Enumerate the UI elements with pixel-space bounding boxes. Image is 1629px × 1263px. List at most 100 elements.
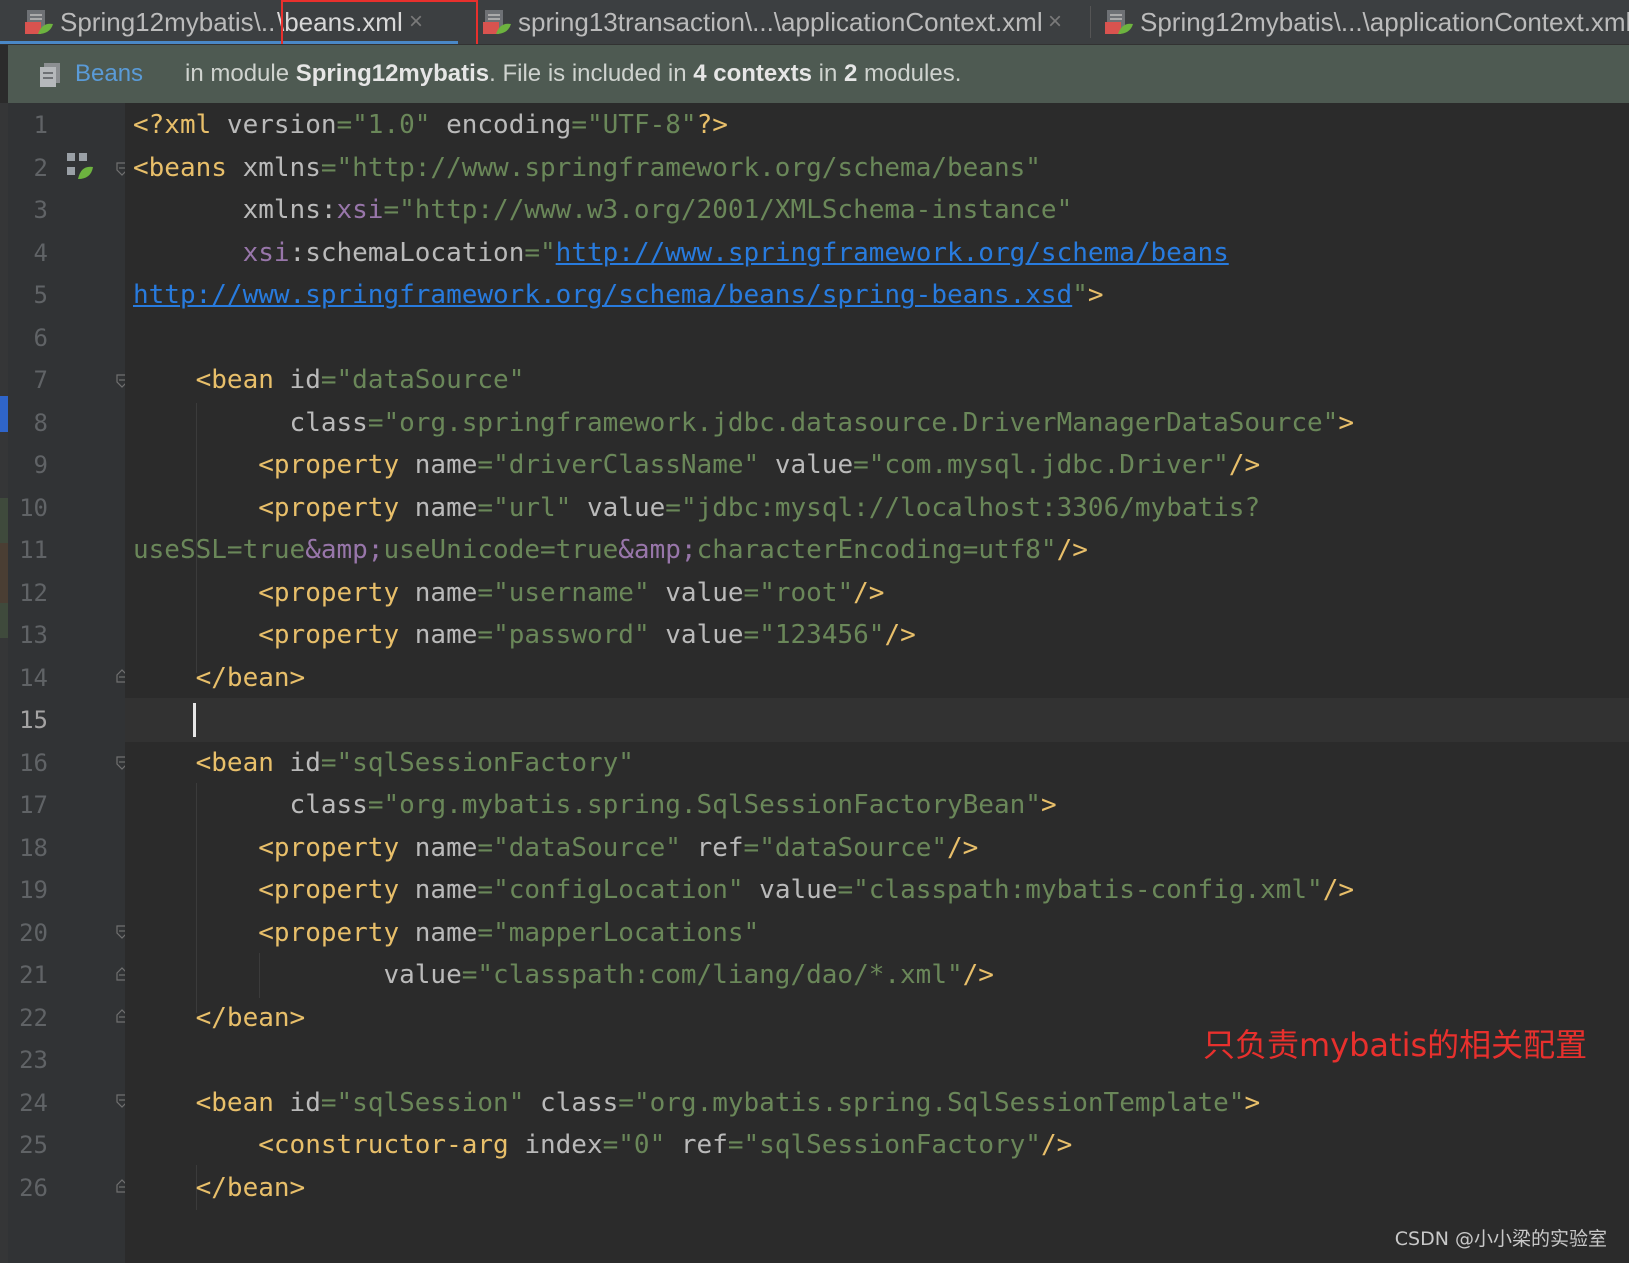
attr: name — [414, 450, 478, 480]
eq: = — [383, 195, 400, 225]
tag: <bean — [195, 747, 290, 778]
string: useUnicode=true — [383, 535, 619, 565]
eq: = — [477, 620, 494, 650]
line-number: 3 — [33, 196, 48, 224]
spring-xml-icon — [483, 10, 511, 34]
tag: <bean — [195, 1087, 290, 1118]
attr: class — [289, 407, 368, 438]
line-number: 8 — [33, 408, 48, 437]
namespace: xsi — [242, 237, 290, 268]
code-line: xsi:schemaLocation="http://www.springfra… — [133, 231, 1229, 275]
attr: name — [414, 492, 478, 523]
tag-end: > — [1087, 280, 1104, 310]
code-line: <bean id="sqlSessionFactory" — [133, 741, 634, 785]
tab-spring12-applicationcontext[interactable]: Spring12mybatis\...\applicationContext.x… — [1104, 0, 1629, 44]
red-annotation: 只负责mybatis的相关配置 — [1203, 1026, 1588, 1064]
code-line: <constructor-arg index="0" ref="sqlSessi… — [133, 1123, 1072, 1167]
attr: ref — [680, 1130, 728, 1160]
string: characterEncoding=utf8" — [696, 535, 1057, 565]
code-line: <?xml version="1.0" encoding="UTF-8"?> — [133, 103, 728, 147]
attr: index — [524, 1130, 603, 1160]
eq: = — [336, 110, 353, 140]
eq: = — [477, 832, 494, 863]
spring-beans-gutter-icon[interactable] — [65, 151, 95, 181]
tag-close: </bean> — [195, 662, 306, 693]
attr: value — [665, 620, 744, 650]
string: "jdbc:mysql://localhost:3306/mybatis? — [680, 492, 1261, 523]
string: "sqlSessionFactory" — [743, 1130, 1041, 1160]
editor-tab-bar: Spring12mybatis\.. \beans.xml × spring13… — [0, 0, 1629, 45]
code-line: useSSL=true&amp;useUnicode=true&amp;char… — [133, 528, 1088, 572]
line-number: 24 — [19, 1088, 48, 1117]
eq: = — [727, 1130, 744, 1160]
attr: class — [289, 790, 368, 820]
eq: = — [743, 577, 760, 608]
eq: = — [524, 237, 541, 268]
attr: xmlns: — [242, 195, 337, 225]
tag-end: /> — [1040, 1130, 1073, 1160]
string: "root" — [759, 577, 854, 608]
info-text-2: . File is included in — [489, 60, 694, 87]
tab-spring13-applicationcontext[interactable]: spring13transaction\...\applicationConte… — [482, 0, 1072, 44]
line-number: 16 — [19, 748, 48, 777]
code-line: <property name="dataSource" ref="dataSou… — [133, 826, 978, 870]
xml-decl-end: ?> — [696, 110, 728, 140]
eq: = — [743, 620, 760, 650]
context-info-text: in module Spring12mybatis. File is inclu… — [185, 45, 961, 103]
eq: = — [477, 450, 494, 480]
code-line: <property name="configLocation" value="c… — [133, 868, 1354, 912]
tab-close-icon[interactable]: × — [1048, 0, 1062, 44]
string: "dataSource" — [759, 832, 948, 863]
xsd-url-link[interactable]: http://www.springframework.org/schema/be… — [133, 280, 1072, 310]
attr: name — [414, 917, 478, 948]
line-number: 12 — [19, 578, 48, 607]
line-number: 25 — [19, 1131, 48, 1159]
beans-link[interactable]: Beans — [75, 45, 143, 103]
eq: = — [367, 407, 384, 438]
attr: value — [587, 492, 666, 523]
eq: = — [367, 790, 384, 820]
eq: = — [477, 492, 494, 523]
tab-label: spring13transaction\...\applicationConte… — [518, 7, 1043, 37]
attr: name — [414, 577, 478, 608]
spring-xml-icon — [25, 10, 53, 34]
eq: = — [665, 492, 681, 523]
current-line-highlight — [125, 698, 1629, 742]
string: "password" — [493, 620, 650, 650]
code-editor[interactable]: <?xml version="1.0" encoding="UTF-8"?> <… — [125, 103, 1629, 1263]
line-number: 18 — [19, 833, 48, 862]
string: "org.mybatis.spring.SqlSessionFactoryBea… — [383, 790, 1041, 820]
info-text-4: modules. — [857, 60, 962, 87]
code-line: </bean> — [133, 1166, 306, 1210]
attr: name — [414, 620, 478, 650]
code-line: class="org.mybatis.spring.SqlSessionFact… — [133, 783, 1057, 827]
code-line: class="org.springframework.jdbc.datasour… — [133, 401, 1354, 445]
string: "url" — [493, 492, 572, 523]
code-line: </bean> — [133, 996, 306, 1040]
attr: value — [759, 875, 838, 905]
string: "http://www.w3.org/2001/XMLSchema-instan… — [399, 195, 1073, 225]
namespace: xsi — [336, 195, 384, 225]
text-caret — [193, 703, 196, 737]
info-text-1: in module — [185, 60, 296, 87]
code-line: http://www.springframework.org/schema/be… — [133, 273, 1104, 317]
string: "org.springframework.jdbc.datasource.Dri… — [383, 407, 1339, 438]
line-number: 13 — [19, 621, 48, 649]
line-number: 21 — [19, 961, 48, 989]
tab-divider — [1090, 6, 1091, 38]
line-number: 1 — [33, 111, 48, 139]
tag: <bean — [195, 365, 290, 395]
schema-url-link[interactable]: http://www.springframework.org/schema/be… — [556, 238, 1229, 268]
string: "sqlSession" — [336, 1087, 525, 1118]
